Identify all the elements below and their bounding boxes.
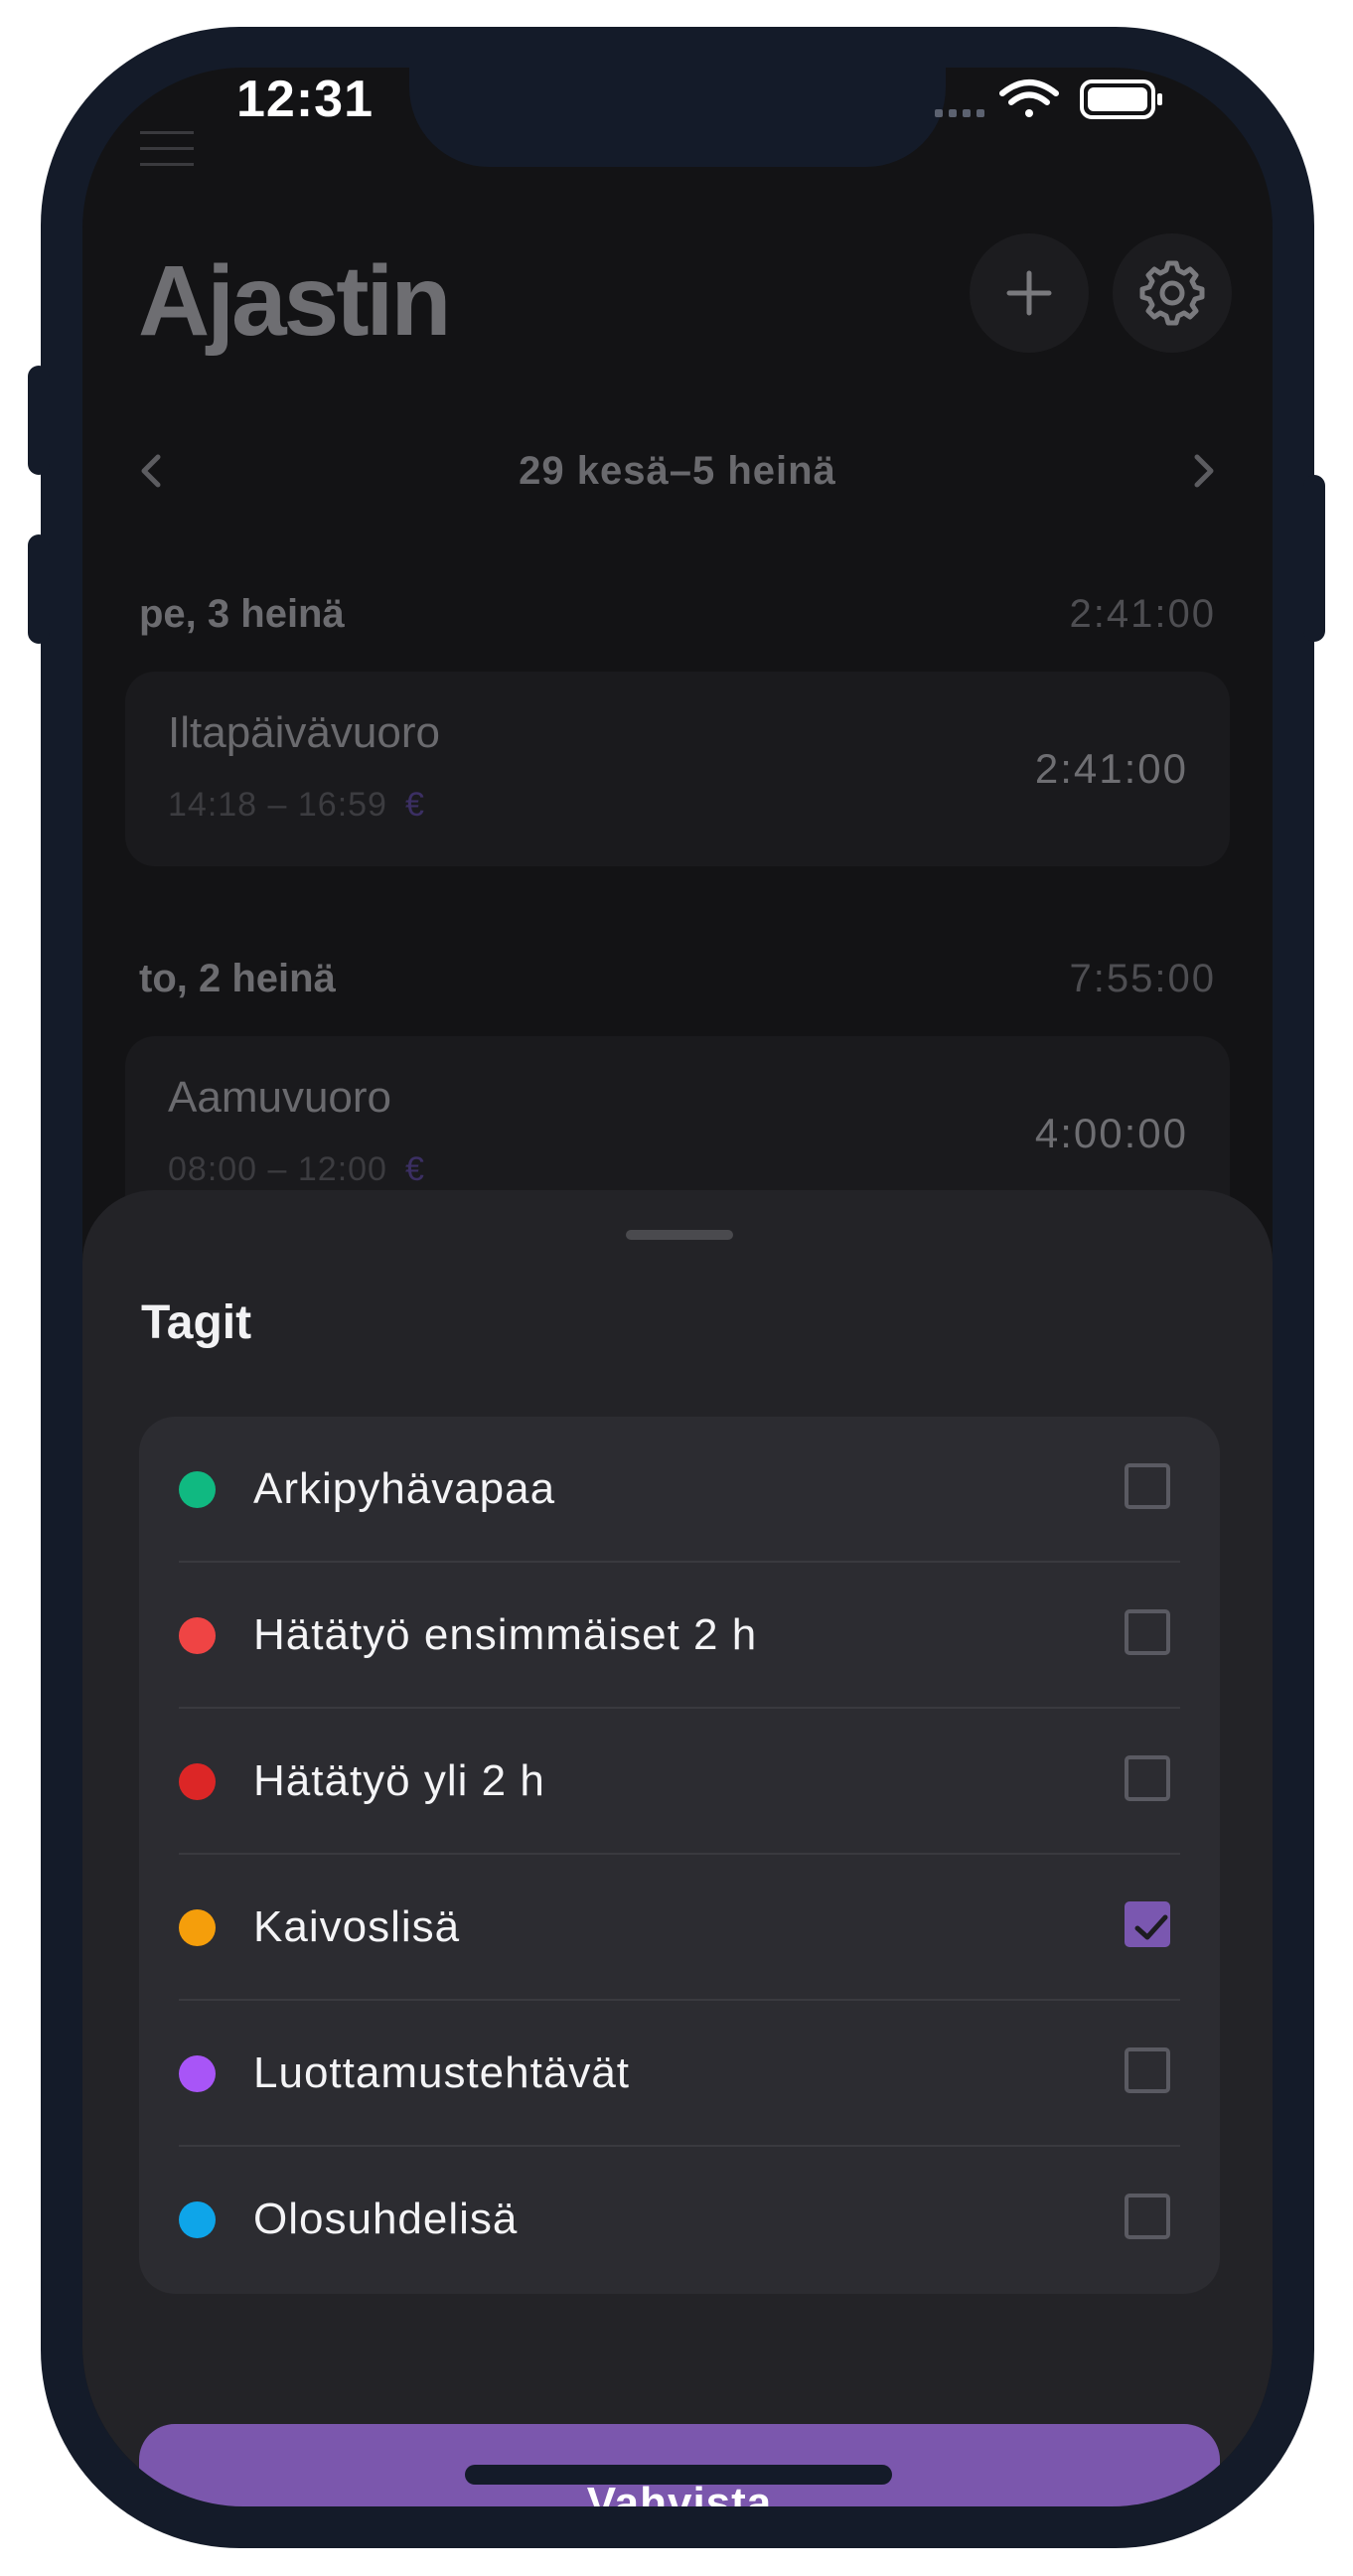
add-button[interactable] [970,233,1089,353]
settings-button[interactable] [1113,233,1232,353]
tag-label: Kaivoslisä [253,1902,461,1951]
tag-color-dot [179,2201,216,2238]
tag-label: Hätätyö ensimmäiset 2 h [253,1610,758,1659]
tag-label: Hätätyö yli 2 h [253,1756,545,1805]
tag-checkbox[interactable] [1125,2194,1170,2239]
tag-checkbox[interactable] [1125,1463,1170,1509]
side-button-volume [28,534,50,644]
tag-color-dot [179,1763,216,1800]
side-button-mute [28,366,50,475]
tag-color-dot [179,1471,216,1508]
side-button-power [1303,475,1325,642]
day-total: 7:55:00 [1069,957,1216,1000]
time-entry-card[interactable]: Iltapäivävuoro 14:18 – 16:59 € 2:41:00 [125,672,1230,866]
status-time: 12:31 [236,71,374,128]
tag-row[interactable]: Olosuhdelisä [139,2147,1220,2293]
day-name: pe, 3 heinä [139,592,345,636]
day-header: pe, 3 heinä 2:41:00 [139,579,1216,649]
page-title: Ajastin [138,245,451,357]
week-navigator: 29 kesä–5 heinä [82,411,1273,530]
gear-icon [1139,260,1205,326]
tag-list: Arkipyhävapaa Hätätyö ensimmäiset 2 h Hä… [139,1417,1220,2294]
tag-label: Luottamustehtävät [253,2048,631,2097]
status-icons [923,76,1171,125]
sheet-grabber[interactable] [626,1230,733,1240]
notch [409,68,946,167]
sheet-title: Tagit [141,1296,252,1349]
app-screen: 12:31 Ajastin 29 kesä–5 heinä pe, 3 hein… [82,68,1273,2506]
tag-row[interactable]: Kaivoslisä [139,1855,1220,2001]
chevron-right-icon [1194,454,1214,488]
entry-time-range: 08:00 – 12:00 € [168,1147,425,1191]
battery-icon [1080,79,1162,119]
entry-title: Iltapäivävuoro [168,708,440,757]
plus-icon [1006,270,1052,316]
entry-time-text: 14:18 – 16:59 [168,786,387,824]
signal-icon [935,109,984,117]
entry-title: Aamuvuoro [168,1073,392,1122]
tag-label: Olosuhdelisä [253,2195,519,2243]
entry-time-range: 14:18 – 16:59 € [168,783,425,827]
tag-checkbox[interactable] [1125,1755,1170,1801]
tag-row[interactable]: Hätätyö yli 2 h [139,1709,1220,1855]
tag-label: Arkipyhävapaa [253,1464,556,1513]
tag-color-dot [179,1617,216,1654]
next-week-button[interactable] [1163,411,1243,530]
home-indicator [465,2465,892,2485]
checkmark-icon [1134,1914,1168,1940]
euro-icon: € [404,1150,425,1188]
tag-row[interactable]: Hätätyö ensimmäiset 2 h [139,1563,1220,1709]
entry-time-text: 08:00 – 12:00 [168,1150,387,1188]
tag-row[interactable]: Arkipyhävapaa [139,1417,1220,1563]
tags-bottom-sheet: Tagit Arkipyhävapaa Hätätyö ensimmäiset … [82,1190,1273,2506]
euro-icon: € [404,786,425,824]
day-name: to, 2 heinä [139,957,336,1000]
hamburger-icon[interactable] [140,131,194,171]
day-header: to, 2 heinä 7:55:00 [139,944,1216,1013]
week-range-label: 29 kesä–5 heinä [519,449,836,493]
day-total: 2:41:00 [1069,592,1216,636]
entry-duration: 4:00:00 [1034,1110,1188,1156]
tag-color-dot [179,1909,216,1946]
tag-checkbox[interactable] [1125,1609,1170,1655]
tag-row[interactable]: Luottamustehtävät [139,2001,1220,2147]
tag-checkbox-checked[interactable] [1125,1901,1170,1947]
tag-color-dot [179,2055,216,2092]
tag-checkbox[interactable] [1125,2047,1170,2093]
entry-duration: 2:41:00 [1034,745,1188,792]
wifi-icon [999,79,1059,117]
